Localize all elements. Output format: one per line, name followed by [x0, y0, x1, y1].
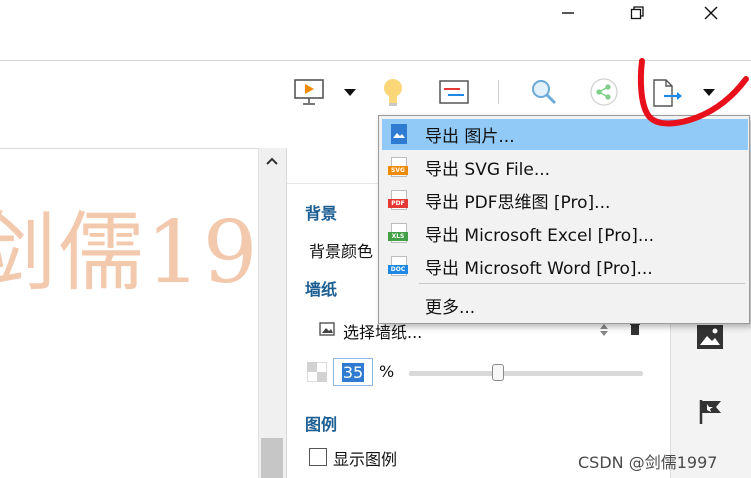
close-button[interactable]	[696, 2, 726, 24]
picture-icon	[319, 322, 335, 336]
opacity-input-value: 35	[341, 362, 365, 382]
pdf-file-icon: PDF	[388, 189, 410, 212]
scroll-up-icon[interactable]	[265, 156, 279, 166]
transparency-icon	[306, 361, 328, 383]
minimize-icon	[562, 12, 574, 14]
doc-file-icon: DOC	[388, 255, 410, 278]
outline-button[interactable]	[435, 75, 473, 109]
presentation-icon	[294, 79, 324, 105]
presentation-button[interactable]	[291, 75, 327, 109]
flag-panel-button[interactable]	[698, 398, 728, 428]
menu-item-export-pdf-label: 导出 PDF思维图 [Pro]...	[425, 193, 611, 213]
wallpaper-section-title: 墙纸	[305, 280, 338, 299]
menu-item-export-svg[interactable]: SVG 导出 SVG File...	[382, 152, 748, 183]
scrollbar-thumb[interactable]	[261, 438, 283, 478]
close-icon	[704, 6, 718, 20]
background-color-label[interactable]: 背景颜色	[309, 238, 373, 262]
opacity-slider-track[interactable]	[409, 364, 643, 381]
opacity-unit-label: %	[379, 362, 395, 381]
menu-item-more-label: 更多...	[425, 298, 476, 318]
spinner-icon[interactable]	[599, 323, 609, 337]
search-icon	[532, 80, 557, 105]
app-window: 剑儒19 背景 背景颜色 墙纸 选择墙纸... 35 % 图例 显示图例 导出 …	[0, 0, 751, 478]
menu-separator	[419, 283, 745, 284]
menu-item-export-word-label: 导出 Microsoft Word [Pro]...	[425, 259, 653, 279]
export-menu: 导出 图片... SVG 导出 SVG File... PDF 导出 PDF思维…	[378, 115, 750, 324]
flag-icon	[699, 400, 721, 424]
restore-icon	[630, 6, 644, 20]
minimize-button[interactable]	[553, 2, 583, 24]
search-button[interactable]	[527, 75, 561, 109]
share-icon	[590, 78, 618, 106]
opacity-slider-thumb[interactable]	[491, 364, 504, 381]
menu-item-export-svg-label: 导出 SVG File...	[425, 160, 551, 180]
presentation-dropdown[interactable]	[340, 83, 360, 103]
menu-item-more[interactable]: 更多...	[382, 290, 748, 321]
menu-item-export-excel-label: 导出 Microsoft Excel [Pro]...	[425, 226, 655, 246]
vertical-scrollbar[interactable]	[258, 148, 286, 478]
wallpaper-panel-button[interactable]	[696, 324, 726, 354]
restore-button[interactable]	[622, 2, 652, 24]
outline-icon	[439, 80, 469, 104]
chevron-down-icon	[344, 89, 356, 96]
canvas-watermark: 剑儒19	[0, 203, 260, 303]
menu-item-export-word[interactable]: DOC 导出 Microsoft Word [Pro]...	[382, 251, 748, 282]
show-legend-checkbox[interactable]	[309, 448, 327, 466]
share-button[interactable]	[587, 75, 621, 109]
show-legend-label: 显示图例	[333, 450, 398, 469]
image-icon	[697, 325, 723, 349]
idea-button[interactable]	[378, 74, 408, 110]
lightbulb-icon	[384, 79, 402, 106]
toolbar-divider	[498, 80, 499, 104]
menu-item-export-pdf[interactable]: PDF 导出 PDF思维图 [Pro]...	[382, 185, 748, 216]
csdn-watermark: CSDN @剑儒1997	[578, 453, 718, 472]
delete-icon[interactable]	[629, 322, 641, 336]
title-bar	[0, 0, 751, 30]
image-file-icon	[388, 123, 410, 146]
menu-item-export-image-label: 导出 图片...	[425, 127, 515, 147]
red-annotation-mark	[637, 58, 749, 127]
svg-file-icon: SVG	[388, 156, 410, 179]
background-section-title: 背景	[305, 204, 338, 223]
legend-section-title: 图例	[305, 415, 338, 434]
opacity-input[interactable]: 35	[333, 358, 373, 386]
menu-item-export-excel[interactable]: XLS 导出 Microsoft Excel [Pro]...	[382, 218, 748, 249]
xls-file-icon: XLS	[388, 222, 410, 245]
